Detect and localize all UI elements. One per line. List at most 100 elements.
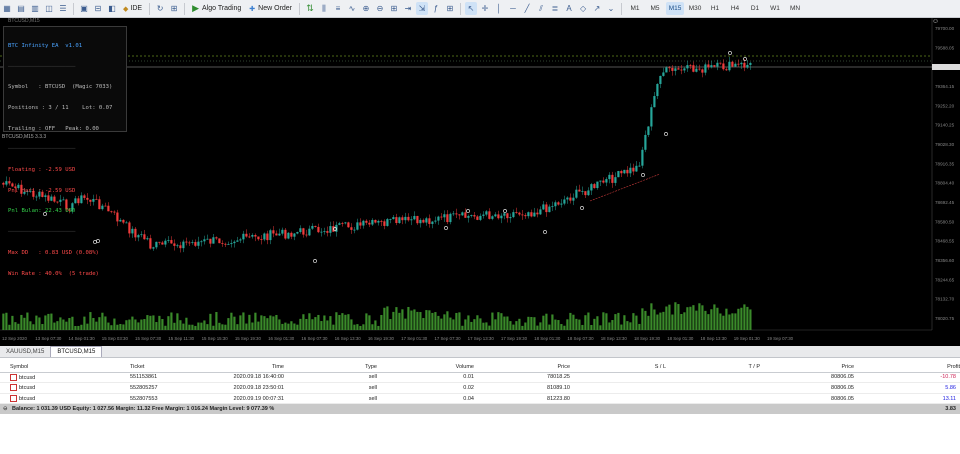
table-row[interactable]: btcusd 552805257 2020.09.18 23:50:01 sell 0.… xyxy=(0,383,960,394)
autoscroll-icon[interactable]: ⇥ xyxy=(402,2,414,15)
volume-bar xyxy=(314,317,317,330)
time-axis-label: 19 Sep 01:30 xyxy=(734,336,761,341)
navigator-icon[interactable]: ☰ xyxy=(57,2,69,15)
candle-body xyxy=(737,63,740,65)
volume-bar xyxy=(164,325,167,330)
cursor-icon[interactable]: ↖ xyxy=(465,2,478,15)
volume-bar xyxy=(662,311,665,330)
profiles-icon[interactable]: ▤ xyxy=(15,2,27,15)
candle-body xyxy=(617,171,620,178)
chart-tab[interactable]: BTCUSD,M15 xyxy=(50,346,103,357)
volume-bar xyxy=(677,304,680,330)
price-axis-label: 79364.15 xyxy=(935,84,955,89)
shapes-icon[interactable]: ◇ xyxy=(577,2,589,15)
data-window-icon[interactable]: ▣ xyxy=(78,2,90,15)
trade-marker xyxy=(444,226,448,230)
timeframe-h1[interactable]: H1 xyxy=(706,2,724,15)
table-row[interactable]: btcusd 551153861 2020.09.18 16:40:00 sell 0.… xyxy=(0,373,960,384)
col-current-price[interactable]: Price xyxy=(841,364,854,370)
col-sl[interactable]: S / L xyxy=(655,364,666,370)
col-time[interactable]: Time xyxy=(272,364,284,370)
trade-up-icon[interactable]: ⇅ xyxy=(304,2,316,15)
volume-bar xyxy=(41,324,44,330)
chart-tab[interactable]: XAUUSD,M15 xyxy=(0,347,50,357)
timeframe-d1[interactable]: D1 xyxy=(746,2,764,15)
time-axis-label: 16 Sep 13:30 xyxy=(335,336,362,341)
horizontal-line-icon[interactable]: ─ xyxy=(507,2,519,15)
fibonacci-icon[interactable]: ≣ xyxy=(549,2,561,15)
volume-bar xyxy=(626,321,629,330)
volume-bar xyxy=(521,325,524,330)
indicators-icon[interactable]: ƒ xyxy=(430,2,442,15)
objects-icon[interactable]: ⊞ xyxy=(444,2,456,15)
col-ticket[interactable]: Ticket xyxy=(130,364,144,370)
zoom-out-icon[interactable]: ⊖ xyxy=(374,2,386,15)
timeframe-mn[interactable]: MN xyxy=(786,2,804,15)
col-tp[interactable]: T / P xyxy=(748,364,760,370)
timeframe-w1[interactable]: W1 xyxy=(766,2,784,15)
market-watch-icon[interactable]: ◫ xyxy=(43,2,55,15)
ide-button[interactable]: ◆ IDE xyxy=(120,2,145,15)
equidistant-channel-icon[interactable]: ⫽ xyxy=(535,2,547,15)
chevron-down-icon[interactable]: ⌄ xyxy=(605,2,617,15)
new-order-button[interactable]: ✚ New Order xyxy=(246,2,295,15)
candle-body xyxy=(461,212,464,216)
candle-body xyxy=(533,212,536,217)
trendline-icon[interactable]: ╱ xyxy=(521,2,533,15)
candle-body xyxy=(374,219,377,223)
crosshair-icon[interactable]: ✛ xyxy=(479,2,491,15)
col-profit[interactable]: Profit xyxy=(947,364,960,370)
volume-bar xyxy=(26,312,29,330)
signals-icon[interactable]: ⊞ xyxy=(168,2,180,15)
chart-area[interactable]: 79700.0079588.0579476.1079364.1579252.20… xyxy=(0,18,960,346)
chart-tabs: XAUUSD,M15 BTCUSD,M15 xyxy=(0,346,960,358)
volume-bar xyxy=(143,319,146,330)
col-volume[interactable]: Volume xyxy=(456,364,474,370)
chart-shift-icon[interactable]: ⇲ xyxy=(416,2,429,15)
timeframe-m15[interactable]: M15 xyxy=(666,2,685,15)
grid-icon[interactable]: ⊞ xyxy=(388,2,400,15)
tester-icon[interactable]: ◧ xyxy=(106,2,118,15)
trade-marker xyxy=(641,173,645,177)
timeframe-m1[interactable]: M1 xyxy=(626,2,644,15)
table-row[interactable]: btcusd 552807553 2020.09.19 00:07:31 sell 0.… xyxy=(0,394,960,405)
candle-body xyxy=(146,238,149,240)
time-axis-label: 16 Sep 01:30 xyxy=(268,336,295,341)
history-icon[interactable]: ↻ xyxy=(154,2,166,15)
timeframe-h4[interactable]: H4 xyxy=(726,2,744,15)
volume-bar xyxy=(740,307,743,330)
candle-body xyxy=(566,197,569,200)
terminal-icon[interactable]: ⊟ xyxy=(92,2,104,15)
candle-body xyxy=(713,65,716,67)
templates-icon[interactable]: ▥ xyxy=(29,2,41,15)
zoom-in-icon[interactable]: ⊕ xyxy=(360,2,372,15)
vertical-line-icon[interactable]: │ xyxy=(493,2,505,15)
candle-chart-icon[interactable]: ⫼ xyxy=(318,2,330,15)
line-chart-icon[interactable]: ∿ xyxy=(346,2,358,15)
timeframe-m30[interactable]: M30 xyxy=(686,2,704,15)
volume-bar xyxy=(389,319,392,330)
candle-body xyxy=(368,222,371,225)
volume-bar xyxy=(368,315,371,330)
col-type[interactable]: Type xyxy=(365,364,377,370)
new-chart-icon[interactable]: ▦ xyxy=(1,2,13,15)
bar-chart-icon[interactable]: ≡ xyxy=(332,2,344,15)
arrow-icon[interactable]: ↗ xyxy=(591,2,603,15)
volume-bar xyxy=(272,316,275,330)
volume-bar xyxy=(113,318,116,330)
volume-bar xyxy=(98,317,101,330)
col-symbol[interactable]: Symbol xyxy=(10,364,28,370)
price-axis-label: 78916.35 xyxy=(935,161,955,166)
col-price[interactable]: Price xyxy=(557,364,570,370)
volume-bar xyxy=(401,309,404,330)
volume-bar xyxy=(47,313,50,330)
text-icon[interactable]: A xyxy=(563,2,575,15)
timeframe-m5[interactable]: M5 xyxy=(646,2,664,15)
volume-bar xyxy=(59,317,62,330)
candle-body xyxy=(392,217,395,220)
volume-bar xyxy=(641,308,644,330)
algo-trading-button[interactable]: ▶ Algo Trading xyxy=(189,2,244,15)
panel-divider: ──────────────────── xyxy=(8,229,76,236)
candle-body xyxy=(218,238,221,244)
price-chart[interactable]: 79700.0079588.0579476.1079364.1579252.20… xyxy=(0,18,960,346)
